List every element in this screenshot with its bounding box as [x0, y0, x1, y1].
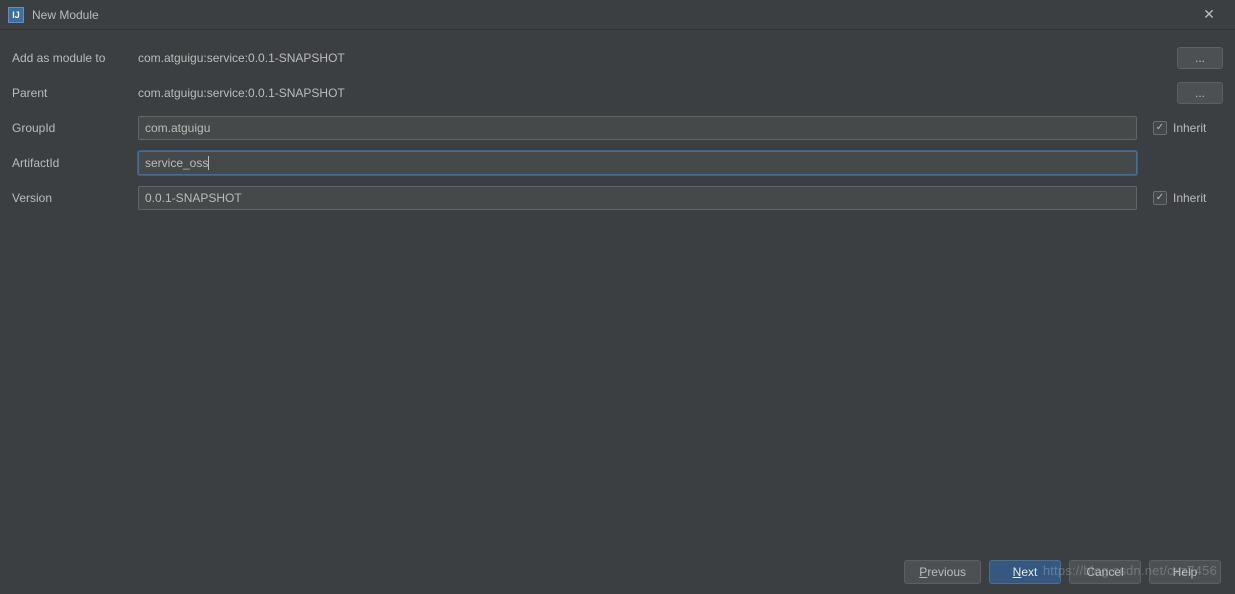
close-button[interactable]: ✕: [1191, 1, 1227, 29]
footer-buttons: Previous Next Cancel Help: [904, 560, 1221, 584]
form-area: Add as module to com.atguigu:service:0.0…: [0, 30, 1235, 215]
help-button[interactable]: Help: [1149, 560, 1221, 584]
row-parent: Parent com.atguigu:service:0.0.1-SNAPSHO…: [12, 75, 1223, 110]
label-artifact-id: ArtifactId: [12, 156, 138, 170]
version-inherit-label: Inherit: [1173, 191, 1206, 205]
window-title: New Module: [32, 8, 99, 22]
row-add-as-module: Add as module to com.atguigu:service:0.0…: [12, 40, 1223, 75]
value-add-as-module: com.atguigu:service:0.0.1-SNAPSHOT: [138, 51, 1169, 65]
label-version: Version: [12, 191, 138, 205]
text-caret: [208, 156, 209, 170]
group-id-inherit-checkbox[interactable]: ✓: [1153, 121, 1167, 135]
artifact-id-input[interactable]: service_oss: [138, 151, 1137, 175]
row-group-id: GroupId ✓ Inherit: [12, 110, 1223, 145]
previous-button[interactable]: Previous: [904, 560, 981, 584]
group-id-inherit-label: Inherit: [1173, 121, 1206, 135]
next-rest: ext: [1021, 565, 1037, 579]
previous-rest: revious: [927, 565, 966, 579]
browse-add-as-module-button[interactable]: ...: [1177, 47, 1223, 69]
app-icon: IJ: [8, 7, 24, 23]
version-inherit-checkbox[interactable]: ✓: [1153, 191, 1167, 205]
cancel-button[interactable]: Cancel: [1069, 560, 1141, 584]
titlebar: IJ New Module ✕: [0, 0, 1235, 30]
version-input[interactable]: [138, 186, 1137, 210]
label-add-as-module: Add as module to: [12, 51, 138, 65]
label-parent: Parent: [12, 86, 138, 100]
group-id-input[interactable]: [138, 116, 1137, 140]
row-artifact-id: ArtifactId service_oss: [12, 145, 1223, 180]
next-button[interactable]: Next: [989, 560, 1061, 584]
row-version: Version ✓ Inherit: [12, 180, 1223, 215]
artifact-id-value: service_oss: [145, 156, 208, 170]
value-parent: com.atguigu:service:0.0.1-SNAPSHOT: [138, 86, 1169, 100]
label-group-id: GroupId: [12, 121, 138, 135]
browse-parent-button[interactable]: ...: [1177, 82, 1223, 104]
